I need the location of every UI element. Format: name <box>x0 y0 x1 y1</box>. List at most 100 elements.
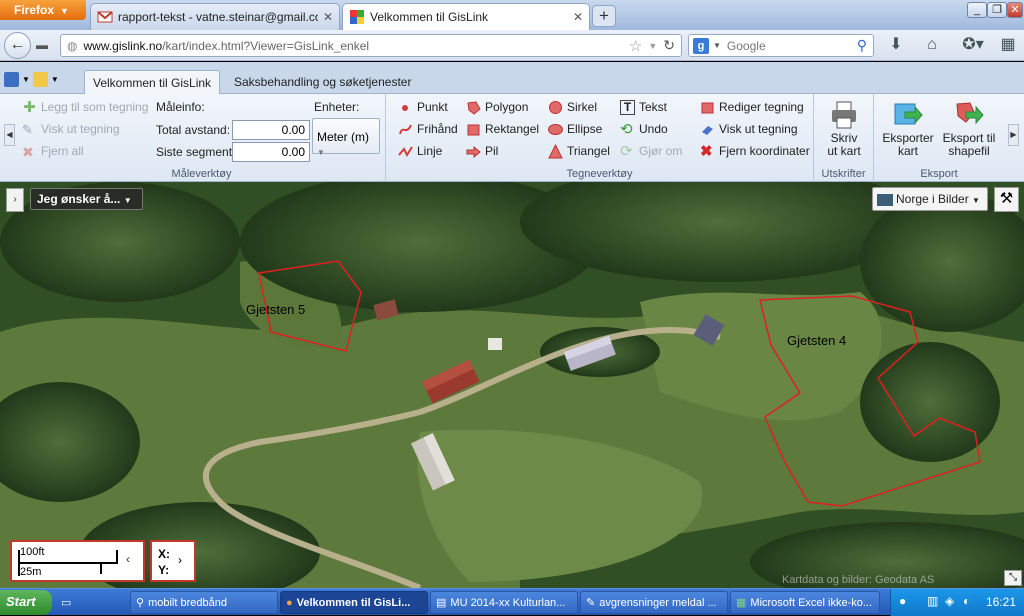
firefox-menu-label: Firefox <box>14 3 55 17</box>
redo-button[interactable]: ⟳ Gjør om <box>620 141 682 161</box>
search-icon[interactable]: ⚲ <box>857 37 867 54</box>
ribbon-scroll-right-button[interactable]: ▶ <box>1008 124 1019 146</box>
scale-line <box>18 562 118 564</box>
chevron-down-icon[interactable]: ▼ <box>22 75 30 84</box>
text-button[interactable]: T Tekst <box>620 97 667 117</box>
undo-label: Undo <box>639 122 668 136</box>
taskbar-item-avgrensninger[interactable]: ✎ avgrensninger meldal ... <box>580 591 728 614</box>
tab-gislink[interactable]: Velkommen til GisLink ✕ <box>342 3 590 30</box>
measure-tools-title: Måleverktøy <box>171 168 232 180</box>
save-icon[interactable] <box>4 71 19 87</box>
scale-tick-right-bottom <box>100 562 102 574</box>
polygon-button[interactable]: Polygon <box>466 97 528 117</box>
coords-collapse-icon[interactable]: › <box>178 552 182 568</box>
erase-drawing-button[interactable]: Visk ut tegning <box>700 119 798 139</box>
addon-icon[interactable]: ▦ <box>996 34 1020 58</box>
triangle-button[interactable]: Triangel <box>548 141 610 161</box>
print-map-button[interactable]: Skriv ut kart <box>822 100 866 158</box>
chevron-down-icon[interactable]: ▼ <box>648 41 657 51</box>
search-bar[interactable]: g ▼ Google ⚲ <box>688 34 874 57</box>
chevron-down-icon: ▼ <box>123 196 132 205</box>
side-panel-toggle-button[interactable]: › <box>6 188 24 212</box>
tab-saksbehandling[interactable]: Saksbehandling og søketjenester <box>226 70 419 95</box>
ellipse-button[interactable]: Ellipse <box>548 119 602 139</box>
network-icon: ⚲ <box>136 597 145 609</box>
address-bar[interactable]: ◍ www.gislink.no/kart/index.html?Viewer=… <box>60 34 682 57</box>
ribbon-scroll-left-button[interactable]: ◀ <box>4 124 15 146</box>
taskbar-item-firefox[interactable]: ● Velkommen til GisLi... <box>280 591 428 614</box>
redo-label: Gjør om <box>639 144 683 158</box>
firefox-tray-icon[interactable]: ● <box>899 594 906 608</box>
tab-velkommen[interactable]: Velkommen til GisLink <box>84 70 221 95</box>
gislink-icon <box>349 9 365 25</box>
remove-coordinates-button[interactable]: ✖ Fjern koordinater <box>700 141 810 161</box>
bookmark-star-icon[interactable]: ☆ <box>629 37 642 55</box>
close-icon[interactable]: ✕ <box>573 10 583 24</box>
download-icon[interactable]: ⬇ <box>884 34 908 58</box>
bookmarks-menu-icon[interactable]: ✪▾ <box>956 34 990 58</box>
coord-x-label: X: <box>158 547 170 561</box>
plus-icon: ✚ <box>23 98 36 116</box>
text-icon: T <box>620 99 635 115</box>
freehand-button[interactable]: Frihånd <box>398 119 458 139</box>
taskbar-item-excel[interactable]: ▦ Microsoft Excel ikke-ko... <box>730 591 880 614</box>
rectangle-button[interactable]: Rektangel <box>466 119 539 139</box>
taskbar-item-label: Microsoft Excel ikke-ko... <box>750 596 873 609</box>
start-button[interactable]: Start <box>0 590 52 615</box>
jeg-onsker-menu-button[interactable]: Jeg ønsker å... ▼ <box>30 188 143 210</box>
triangle-label: Triangel <box>567 144 610 158</box>
measure-info-label: Måleinfo: <box>156 100 205 114</box>
taskbar-item-word[interactable]: ▤ MU 2014-xx Kulturlan... <box>430 591 578 614</box>
aerial-image <box>0 182 1024 588</box>
minimize-button[interactable]: _ <box>967 2 987 18</box>
new-tab-button[interactable]: + <box>592 5 616 27</box>
map-canvas[interactable]: › Jeg ønsker å... ▼ Norge i Bilder ▼ ⚒ G… <box>0 182 1024 588</box>
window-close-button[interactable]: ✕ <box>1007 2 1023 18</box>
export-shapefile-button[interactable]: Eksport til shapefil <box>938 100 1000 158</box>
restore-button[interactable]: ❐ <box>987 2 1007 18</box>
circle-button[interactable]: Sirkel <box>548 97 597 117</box>
tab-gmail[interactable]: rapport-tekst - vatne.steinar@gmail.com.… <box>90 3 340 30</box>
draw-tools-title: Tegneverktøy <box>566 168 633 180</box>
google-icon: g <box>693 37 709 54</box>
forward-arrow-icon[interactable]: ▬ <box>36 38 48 52</box>
taskbar-item-bredband[interactable]: ⚲ mobilt bredbånd <box>130 591 278 614</box>
back-button[interactable]: ← <box>4 32 31 59</box>
arrow-button[interactable]: Pil <box>466 141 498 161</box>
point-button[interactable]: Punkt <box>398 97 448 117</box>
home-icon[interactable]: ⌂ <box>920 34 944 58</box>
show-drawing-button[interactable]: ✎ Visk ut tegning <box>22 119 120 139</box>
show-desktop-icon[interactable]: ▭ <box>56 591 76 614</box>
volume-icon[interactable]: ◐ <box>963 594 970 608</box>
export-map-button[interactable]: Eksporter kart <box>878 100 938 158</box>
total-distance-field[interactable]: 0.00 <box>232 120 310 140</box>
basemap-select[interactable]: Norge i Bilder ▼ <box>872 187 988 211</box>
edit-drawing-button[interactable]: Rediger tegning <box>700 97 804 117</box>
circle-icon <box>548 100 563 115</box>
network-tray-icon[interactable]: ▥ <box>927 594 938 608</box>
tab-gislink-label: Velkommen til GisLink <box>370 10 489 24</box>
clock[interactable]: 16:21 <box>986 595 1016 609</box>
export-group: Eksporter kart Eksport til shapefil Eksp… <box>874 94 1004 182</box>
printer-icon <box>829 100 859 130</box>
chevron-down-icon[interactable]: ▼ <box>713 41 721 50</box>
remove-all-button[interactable]: ✖ Fjern all <box>22 141 84 161</box>
open-folder-icon[interactable] <box>32 71 48 87</box>
taskbar-item-label: mobilt bredbånd <box>148 596 227 609</box>
undo-button[interactable]: ⟲ Undo <box>620 119 668 139</box>
add-to-drawing-button[interactable]: ✚ Legg til som tegning <box>22 97 148 117</box>
chevron-down-icon[interactable]: ▼ <box>51 75 59 84</box>
firefox-menu-button[interactable]: Firefox ▼ <box>0 0 86 20</box>
tools-icon[interactable]: ⚒ <box>994 187 1019 212</box>
start-label: Start <box>6 594 36 609</box>
unit-select[interactable]: Meter (m) ▼ <box>312 118 380 157</box>
security-tray-icon[interactable]: ◈ <box>945 594 954 608</box>
chevron-down-icon: ▼ <box>317 148 325 157</box>
gmail-icon <box>97 9 113 25</box>
last-segment-field[interactable]: 0.00 <box>232 142 310 162</box>
line-button[interactable]: Linje <box>398 141 442 161</box>
reload-icon[interactable]: ↻ <box>663 37 675 54</box>
fullscreen-icon[interactable]: ⤡ <box>1004 570 1022 586</box>
close-icon[interactable]: ✕ <box>323 10 333 24</box>
scale-collapse-icon[interactable]: ‹ <box>126 552 130 566</box>
